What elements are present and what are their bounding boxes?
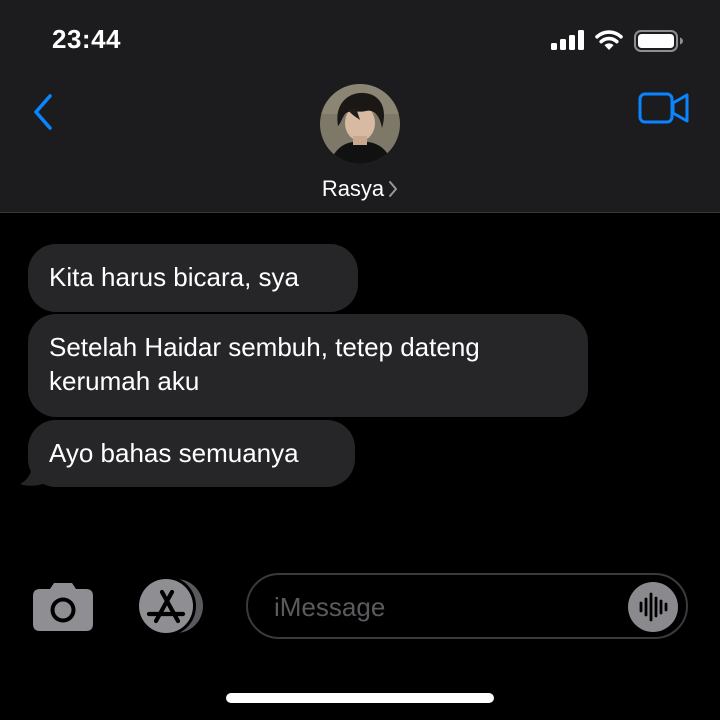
message-bubble[interactable]: Ayo bahas semuanya — [28, 420, 355, 487]
status-bar: 23:44 — [0, 0, 720, 80]
app-store-icon[interactable] — [134, 578, 210, 634]
conversation-header: Rasya — [0, 80, 720, 213]
chevron-left-icon[interactable] — [30, 92, 56, 132]
contact-name: Rasya — [321, 176, 385, 201]
chevron-right-icon — [389, 180, 398, 197]
message-input[interactable] — [272, 588, 616, 626]
battery-icon — [634, 30, 683, 52]
message-composer[interactable] — [246, 573, 688, 639]
home-indicator[interactable] — [226, 693, 494, 703]
bubble-tail — [20, 458, 48, 486]
video-camera-icon[interactable] — [638, 91, 690, 125]
message-bubble[interactable]: Kita harus bicara, sya — [28, 244, 358, 312]
status-time: 23:44 — [52, 24, 121, 54]
message-bubble[interactable]: Setelah Haidar sembuh, tetep dateng keru… — [28, 314, 588, 417]
cellular-signal-icon — [551, 30, 587, 50]
wifi-icon — [595, 30, 623, 50]
contact-name-button[interactable]: Rasya — [0, 176, 720, 202]
waveform-icon[interactable] — [628, 582, 678, 632]
contact-avatar[interactable] — [320, 84, 400, 164]
camera-icon[interactable] — [31, 580, 95, 632]
